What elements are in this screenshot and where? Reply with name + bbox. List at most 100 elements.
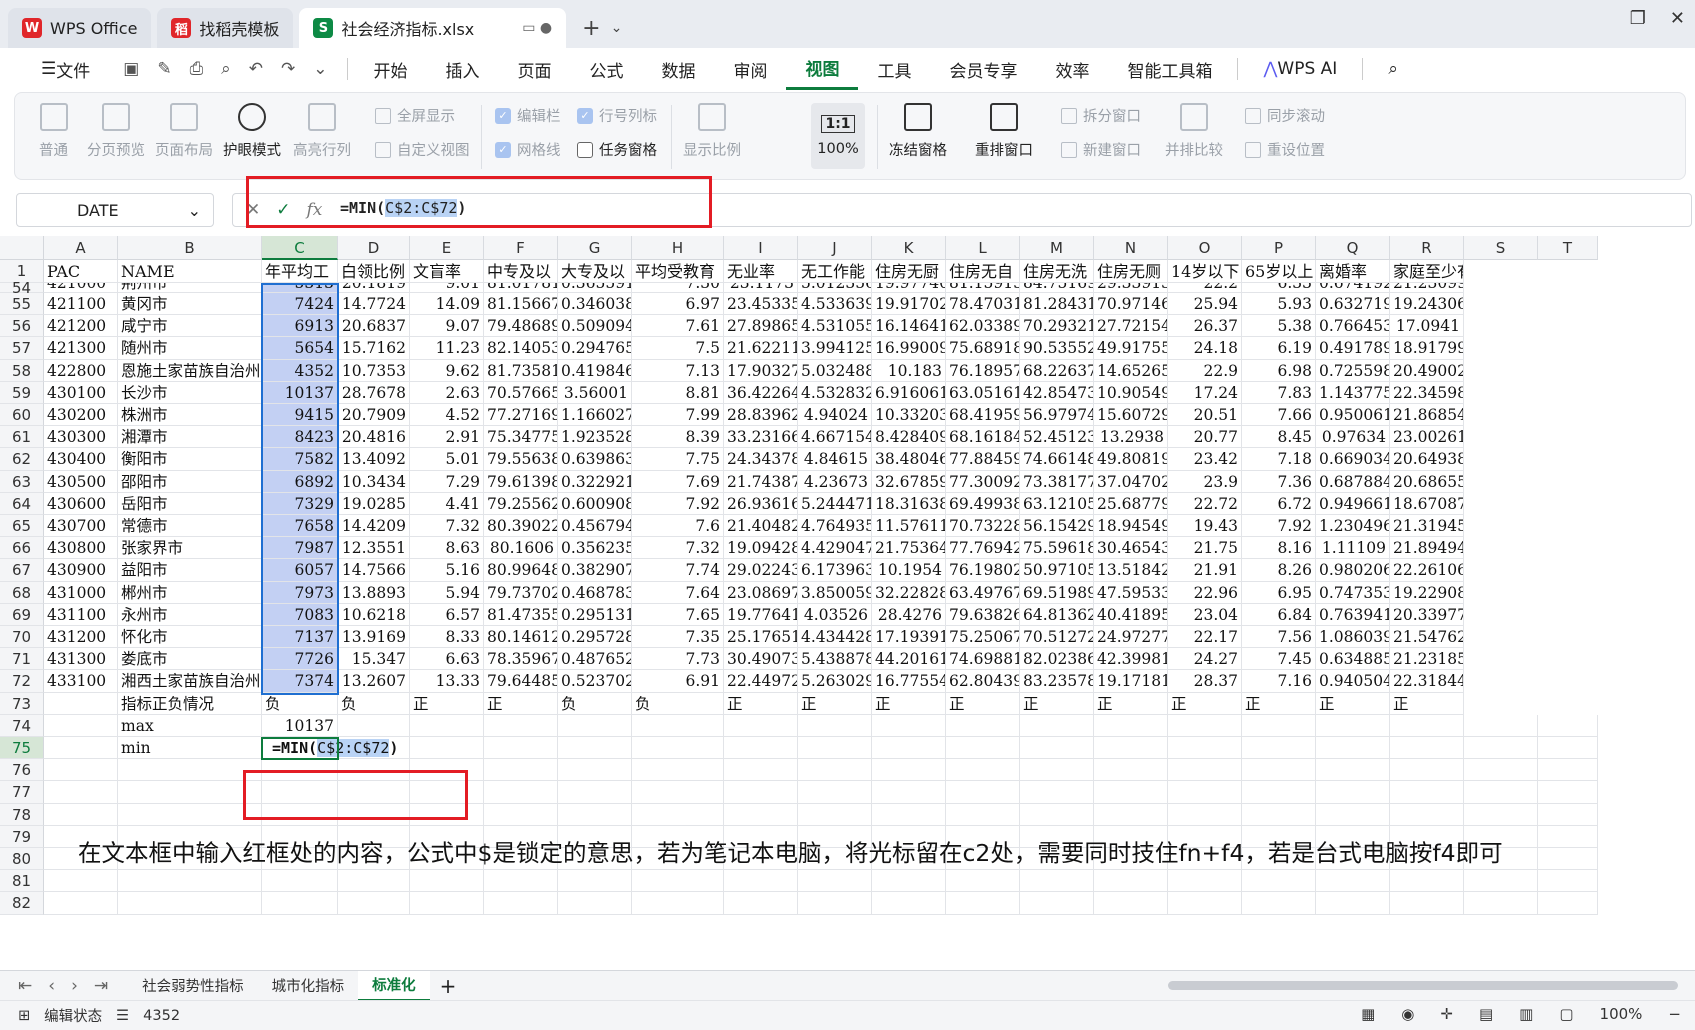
data-cell[interactable]: 13.51842 <box>1094 559 1168 582</box>
city-name-cell[interactable]: 邵阳市 <box>118 470 262 493</box>
empty-cell[interactable] <box>872 892 946 915</box>
more-icon[interactable]: ⌄ <box>313 59 327 79</box>
partial-cell[interactable]: 29.33913 <box>1094 283 1168 293</box>
data-cell[interactable]: 5.16 <box>410 559 484 582</box>
data-cell[interactable]: 75.25067 <box>946 626 1020 649</box>
header-cell[interactable]: 平均受教育 <box>632 260 724 283</box>
data-cell[interactable]: 25.68779 <box>1094 492 1168 515</box>
data-cell[interactable]: 15.7162 <box>338 337 410 360</box>
menu-1[interactable]: 插入 <box>426 48 498 90</box>
data-cell[interactable]: 78.35967 <box>484 648 558 671</box>
data-cell[interactable]: 8.39 <box>632 426 724 449</box>
data-cell[interactable]: 430400 <box>44 448 118 471</box>
page-layout-button[interactable]: 页面布局 <box>155 103 213 160</box>
data-cell[interactable]: 2.63 <box>410 381 484 404</box>
file-menu[interactable]: ☰ 文件 <box>22 48 109 90</box>
city-name-cell[interactable]: 咸宁市 <box>118 315 262 338</box>
data-cell[interactable]: 7.75 <box>632 448 724 471</box>
data-cell[interactable]: 32.67859 <box>872 470 946 493</box>
data-cell[interactable]: 79.25562 <box>484 492 558 515</box>
empty-cell[interactable] <box>798 714 872 737</box>
data-cell[interactable]: 63.12105 <box>1020 492 1094 515</box>
data-cell[interactable]: 23.00261 <box>1390 426 1464 449</box>
data-cell[interactable]: 7.35 <box>632 626 724 649</box>
data-cell[interactable]: 13.4092 <box>338 448 410 471</box>
column-header-P[interactable]: P <box>1242 236 1316 260</box>
header-cell[interactable]: 离婚率 <box>1316 260 1390 283</box>
data-cell[interactable]: 25.94 <box>1168 293 1242 316</box>
zoom-100-button[interactable]: 1:1 100% <box>811 103 865 169</box>
row-header[interactable]: 66 <box>0 537 44 560</box>
partial-cell[interactable]: 荆州市 <box>118 283 262 293</box>
empty-cell[interactable] <box>946 737 1020 760</box>
empty-cell[interactable] <box>44 870 118 893</box>
data-cell[interactable]: 5.438878 <box>798 648 872 671</box>
empty-cell[interactable] <box>44 692 118 715</box>
data-cell[interactable]: 0.295131 <box>558 603 632 626</box>
column-header-N[interactable]: N <box>1094 236 1168 260</box>
data-cell[interactable]: 11.57611 <box>872 515 946 538</box>
empty-cell[interactable] <box>1168 737 1242 760</box>
data-cell[interactable]: 22.31844 <box>1390 670 1464 693</box>
empty-cell[interactable] <box>798 892 872 915</box>
column-header-A[interactable]: A <box>44 236 118 260</box>
name-box[interactable]: DATE ⌄ <box>16 193 214 227</box>
data-cell[interactable]: 0.491789 <box>1316 337 1390 360</box>
data-cell[interactable]: 6.98 <box>1242 359 1316 382</box>
data-cell[interactable]: 10.3434 <box>338 470 410 493</box>
row-header[interactable]: 81 <box>0 870 44 893</box>
zoom-out-icon[interactable]: − <box>1668 1005 1681 1023</box>
empty-cell[interactable] <box>558 759 632 782</box>
data-cell[interactable]: 13.8893 <box>338 581 410 604</box>
data-cell[interactable]: 79.63826 <box>946 603 1020 626</box>
data-cell[interactable]: 7.69 <box>632 470 724 493</box>
data-cell[interactable]: 431300 <box>44 648 118 671</box>
empty-cell[interactable] <box>632 759 724 782</box>
data-cell[interactable]: 17.24 <box>1168 381 1242 404</box>
data-cell[interactable]: 7.66 <box>1242 404 1316 427</box>
data-cell[interactable]: 2.91 <box>410 426 484 449</box>
city-name-cell[interactable]: 岳阳市 <box>118 492 262 515</box>
menu-0[interactable]: 开始 <box>354 48 426 90</box>
data-cell[interactable]: 78.47031 <box>946 293 1020 316</box>
sheet-tab-0[interactable]: 社会弱势性指标 <box>128 971 258 1001</box>
data-cell[interactable]: 4.532832 <box>798 381 872 404</box>
data-cell[interactable]: 21.75 <box>1168 537 1242 560</box>
normal-view-icon[interactable]: ▤ <box>1479 1005 1493 1023</box>
empty-cell[interactable] <box>558 892 632 915</box>
row-header[interactable]: 69 <box>0 603 44 626</box>
empty-cell[interactable] <box>1390 781 1464 804</box>
data-cell[interactable]: 18.31638 <box>872 492 946 515</box>
data-cell[interactable]: 79.48689 <box>484 315 558 338</box>
empty-cell[interactable] <box>558 870 632 893</box>
empty-cell[interactable] <box>724 803 798 826</box>
partial-cell[interactable]: 5.012356 <box>798 283 872 293</box>
empty-cell[interactable] <box>724 870 798 893</box>
data-cell[interactable]: 77.76942 <box>946 537 1020 560</box>
data-cell[interactable]: 30.46543 <box>1094 537 1168 560</box>
header-cell[interactable]: PAC <box>44 260 118 283</box>
data-cell[interactable]: 74.66148 <box>1020 448 1094 471</box>
data-cell[interactable]: 17.90327 <box>724 359 798 382</box>
city-name-cell[interactable]: 随州市 <box>118 337 262 360</box>
empty-cell[interactable] <box>1538 759 1598 782</box>
data-cell[interactable]: 7.74 <box>632 559 724 582</box>
empty-cell[interactable] <box>1020 759 1094 782</box>
data-cell[interactable]: 0.725598 <box>1316 359 1390 382</box>
header-cell[interactable]: 住房无厨 <box>872 260 946 283</box>
data-cell[interactable]: 52.45123 <box>1020 426 1094 449</box>
empty-cell[interactable] <box>484 781 558 804</box>
data-cell[interactable]: 22.26106 <box>1390 559 1464 582</box>
empty-cell[interactable] <box>484 759 558 782</box>
empty-cell[interactable] <box>1316 781 1390 804</box>
data-cell[interactable]: 13.2938 <box>1094 426 1168 449</box>
data-cell[interactable]: 0.639863 <box>558 448 632 471</box>
data-cell[interactable]: 24.97277 <box>1094 626 1168 649</box>
page-view-icon[interactable]: ▥ <box>1519 1005 1533 1023</box>
data-cell[interactable]: 70.97146 <box>1094 293 1168 316</box>
data-cell[interactable]: 0.669034 <box>1316 448 1390 471</box>
data-cell[interactable]: 422800 <box>44 359 118 382</box>
empty-cell[interactable] <box>1538 803 1598 826</box>
data-cell[interactable]: 5.93 <box>1242 293 1316 316</box>
data-cell[interactable]: 18.67087 <box>1390 492 1464 515</box>
